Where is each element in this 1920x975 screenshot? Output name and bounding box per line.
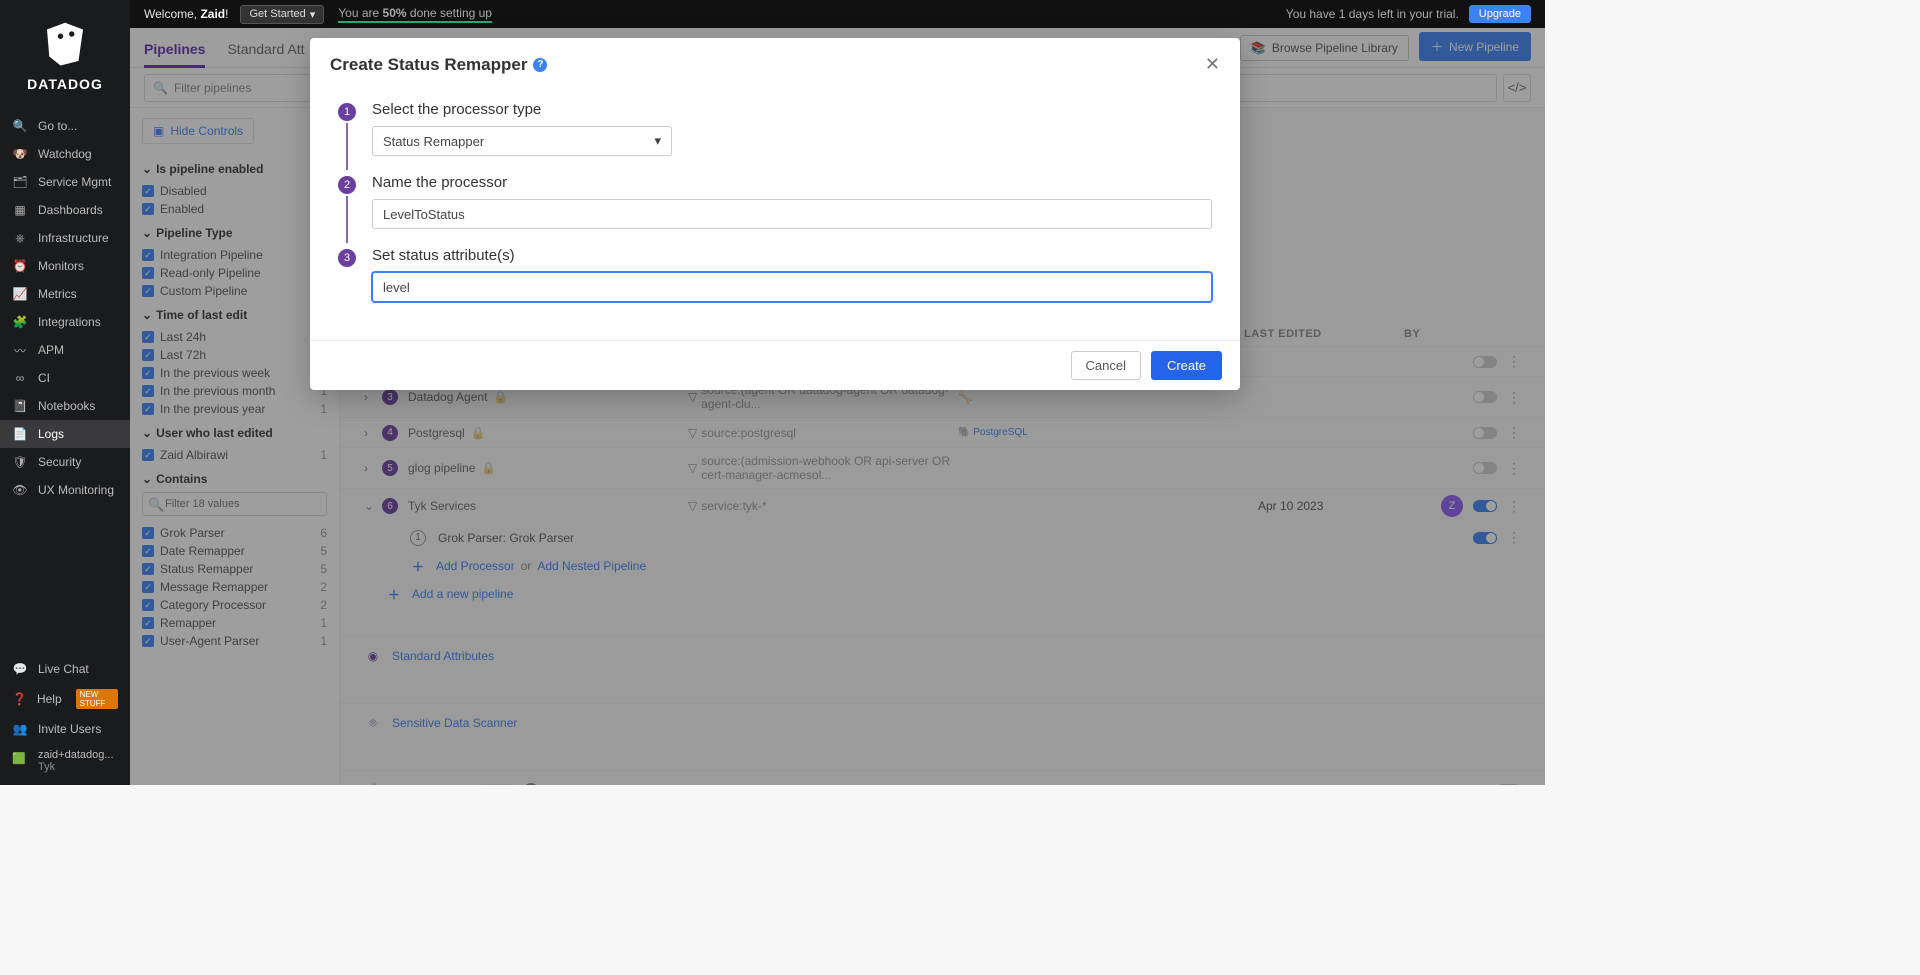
chevron-down-icon: ▾ (654, 133, 661, 149)
nav-metrics[interactable]: 📈Metrics (0, 280, 130, 308)
processor-name-input[interactable] (372, 199, 1212, 229)
trial-text: You have 1 days left in your trial. (1286, 7, 1459, 21)
cancel-button[interactable]: Cancel (1071, 351, 1141, 380)
chat-icon: 💬 (12, 661, 28, 677)
nav-user[interactable]: 🟩 zaid+datadog... Tyk (0, 743, 130, 779)
shield-icon: 🛡 (12, 454, 28, 470)
nav-ux[interactable]: 👁UX Monitoring (0, 476, 130, 504)
nav-invite[interactable]: 👥Invite Users (0, 715, 130, 743)
nav-integrations[interactable]: 🧩Integrations (0, 308, 130, 336)
trace-icon: 〰 (12, 342, 28, 358)
step-badge: 3 (338, 249, 356, 267)
org-logo-icon: 🟩 (12, 752, 30, 770)
processor-type-select[interactable]: Status Remapper ▾ (372, 126, 672, 156)
create-processor-modal: Create Status Remapper ? ✕ 1 Select the … (310, 38, 1240, 390)
status-attribute-input[interactable] (372, 272, 1212, 302)
puzzle-icon: 🧩 (12, 314, 28, 330)
nav-live-chat[interactable]: 💬Live Chat (0, 655, 130, 683)
user-org: Tyk (38, 761, 114, 773)
close-icon[interactable]: ✕ (1205, 54, 1220, 75)
nav-goto[interactable]: 🔍Go to... (0, 112, 130, 140)
nav-help[interactable]: ❓HelpNEW STUFF (0, 683, 130, 715)
welcome-text: Welcome, Zaid! (144, 7, 228, 21)
modal-body: 1 Select the processor type Status Remap… (310, 87, 1240, 340)
chart-icon: 📈 (12, 286, 28, 302)
nav-service-mgmt[interactable]: 🗂Service Mgmt (0, 168, 130, 196)
nav-dashboards[interactable]: ▦Dashboards (0, 196, 130, 224)
step-badge: 1 (338, 103, 356, 121)
help-icon: ❓ (12, 691, 27, 707)
cube-icon: ⎈ (12, 230, 28, 246)
logo[interactable]: DATADOG (0, 0, 130, 108)
logs-icon: 📄 (12, 426, 28, 442)
grid-icon: ▦ (12, 202, 28, 218)
get-started-button[interactable]: Get Started ▾ (240, 5, 324, 24)
nav-infrastructure[interactable]: ⎈Infrastructure (0, 224, 130, 252)
topbar: Welcome, Zaid! Get Started ▾ You are 50%… (130, 0, 1545, 28)
ux-icon: 👁 (12, 482, 28, 498)
book-icon: 📓 (12, 398, 28, 414)
setup-progress[interactable]: You are 50% done setting up (338, 6, 492, 23)
upgrade-button[interactable]: Upgrade (1469, 5, 1531, 23)
step-label: Name the processor (372, 174, 1212, 191)
step-1: 1 Select the processor type Status Remap… (338, 101, 1212, 156)
step-3: 3 Set status attribute(s) (338, 247, 1212, 302)
user-name: zaid+datadog... (38, 749, 114, 761)
modal-title: Create Status Remapper ? (330, 55, 547, 75)
invite-icon: 👥 (12, 721, 28, 737)
chevron-down-icon: ▾ (310, 8, 316, 21)
ci-icon: ∞ (12, 370, 28, 386)
create-button[interactable]: Create (1151, 351, 1222, 380)
dog-icon: 🐶 (12, 146, 28, 162)
nav-notebooks[interactable]: 📓Notebooks (0, 392, 130, 420)
nav-ci[interactable]: ∞CI (0, 364, 130, 392)
alarm-icon: ⏰ (12, 258, 28, 274)
step-badge: 2 (338, 176, 356, 194)
step-label: Set status attribute(s) (372, 247, 1212, 264)
brand-name: DATADOG (27, 76, 103, 92)
step-2: 2 Name the processor (338, 174, 1212, 229)
help-icon[interactable]: ? (533, 58, 547, 72)
left-nav: DATADOG 🔍Go to... 🐶Watchdog 🗂Service Mgm… (0, 0, 130, 785)
modal-footer: Cancel Create (310, 340, 1240, 390)
nav-watchdog[interactable]: 🐶Watchdog (0, 140, 130, 168)
nav-bottom: 💬Live Chat ❓HelpNEW STUFF 👥Invite Users … (0, 655, 130, 785)
nav-logs[interactable]: 📄Logs (0, 420, 130, 448)
nav-apm[interactable]: 〰APM (0, 336, 130, 364)
search-icon: 🔍 (12, 118, 28, 134)
nav-security[interactable]: 🛡Security (0, 448, 130, 476)
modal-header: Create Status Remapper ? ✕ (310, 38, 1240, 87)
nav-monitors[interactable]: ⏰Monitors (0, 252, 130, 280)
nav-list: 🔍Go to... 🐶Watchdog 🗂Service Mgmt ▦Dashb… (0, 108, 130, 655)
cards-icon: 🗂 (12, 174, 28, 190)
datadog-logo-icon (38, 16, 92, 70)
step-label: Select the processor type (372, 101, 1212, 118)
new-badge: NEW STUFF (76, 689, 118, 709)
